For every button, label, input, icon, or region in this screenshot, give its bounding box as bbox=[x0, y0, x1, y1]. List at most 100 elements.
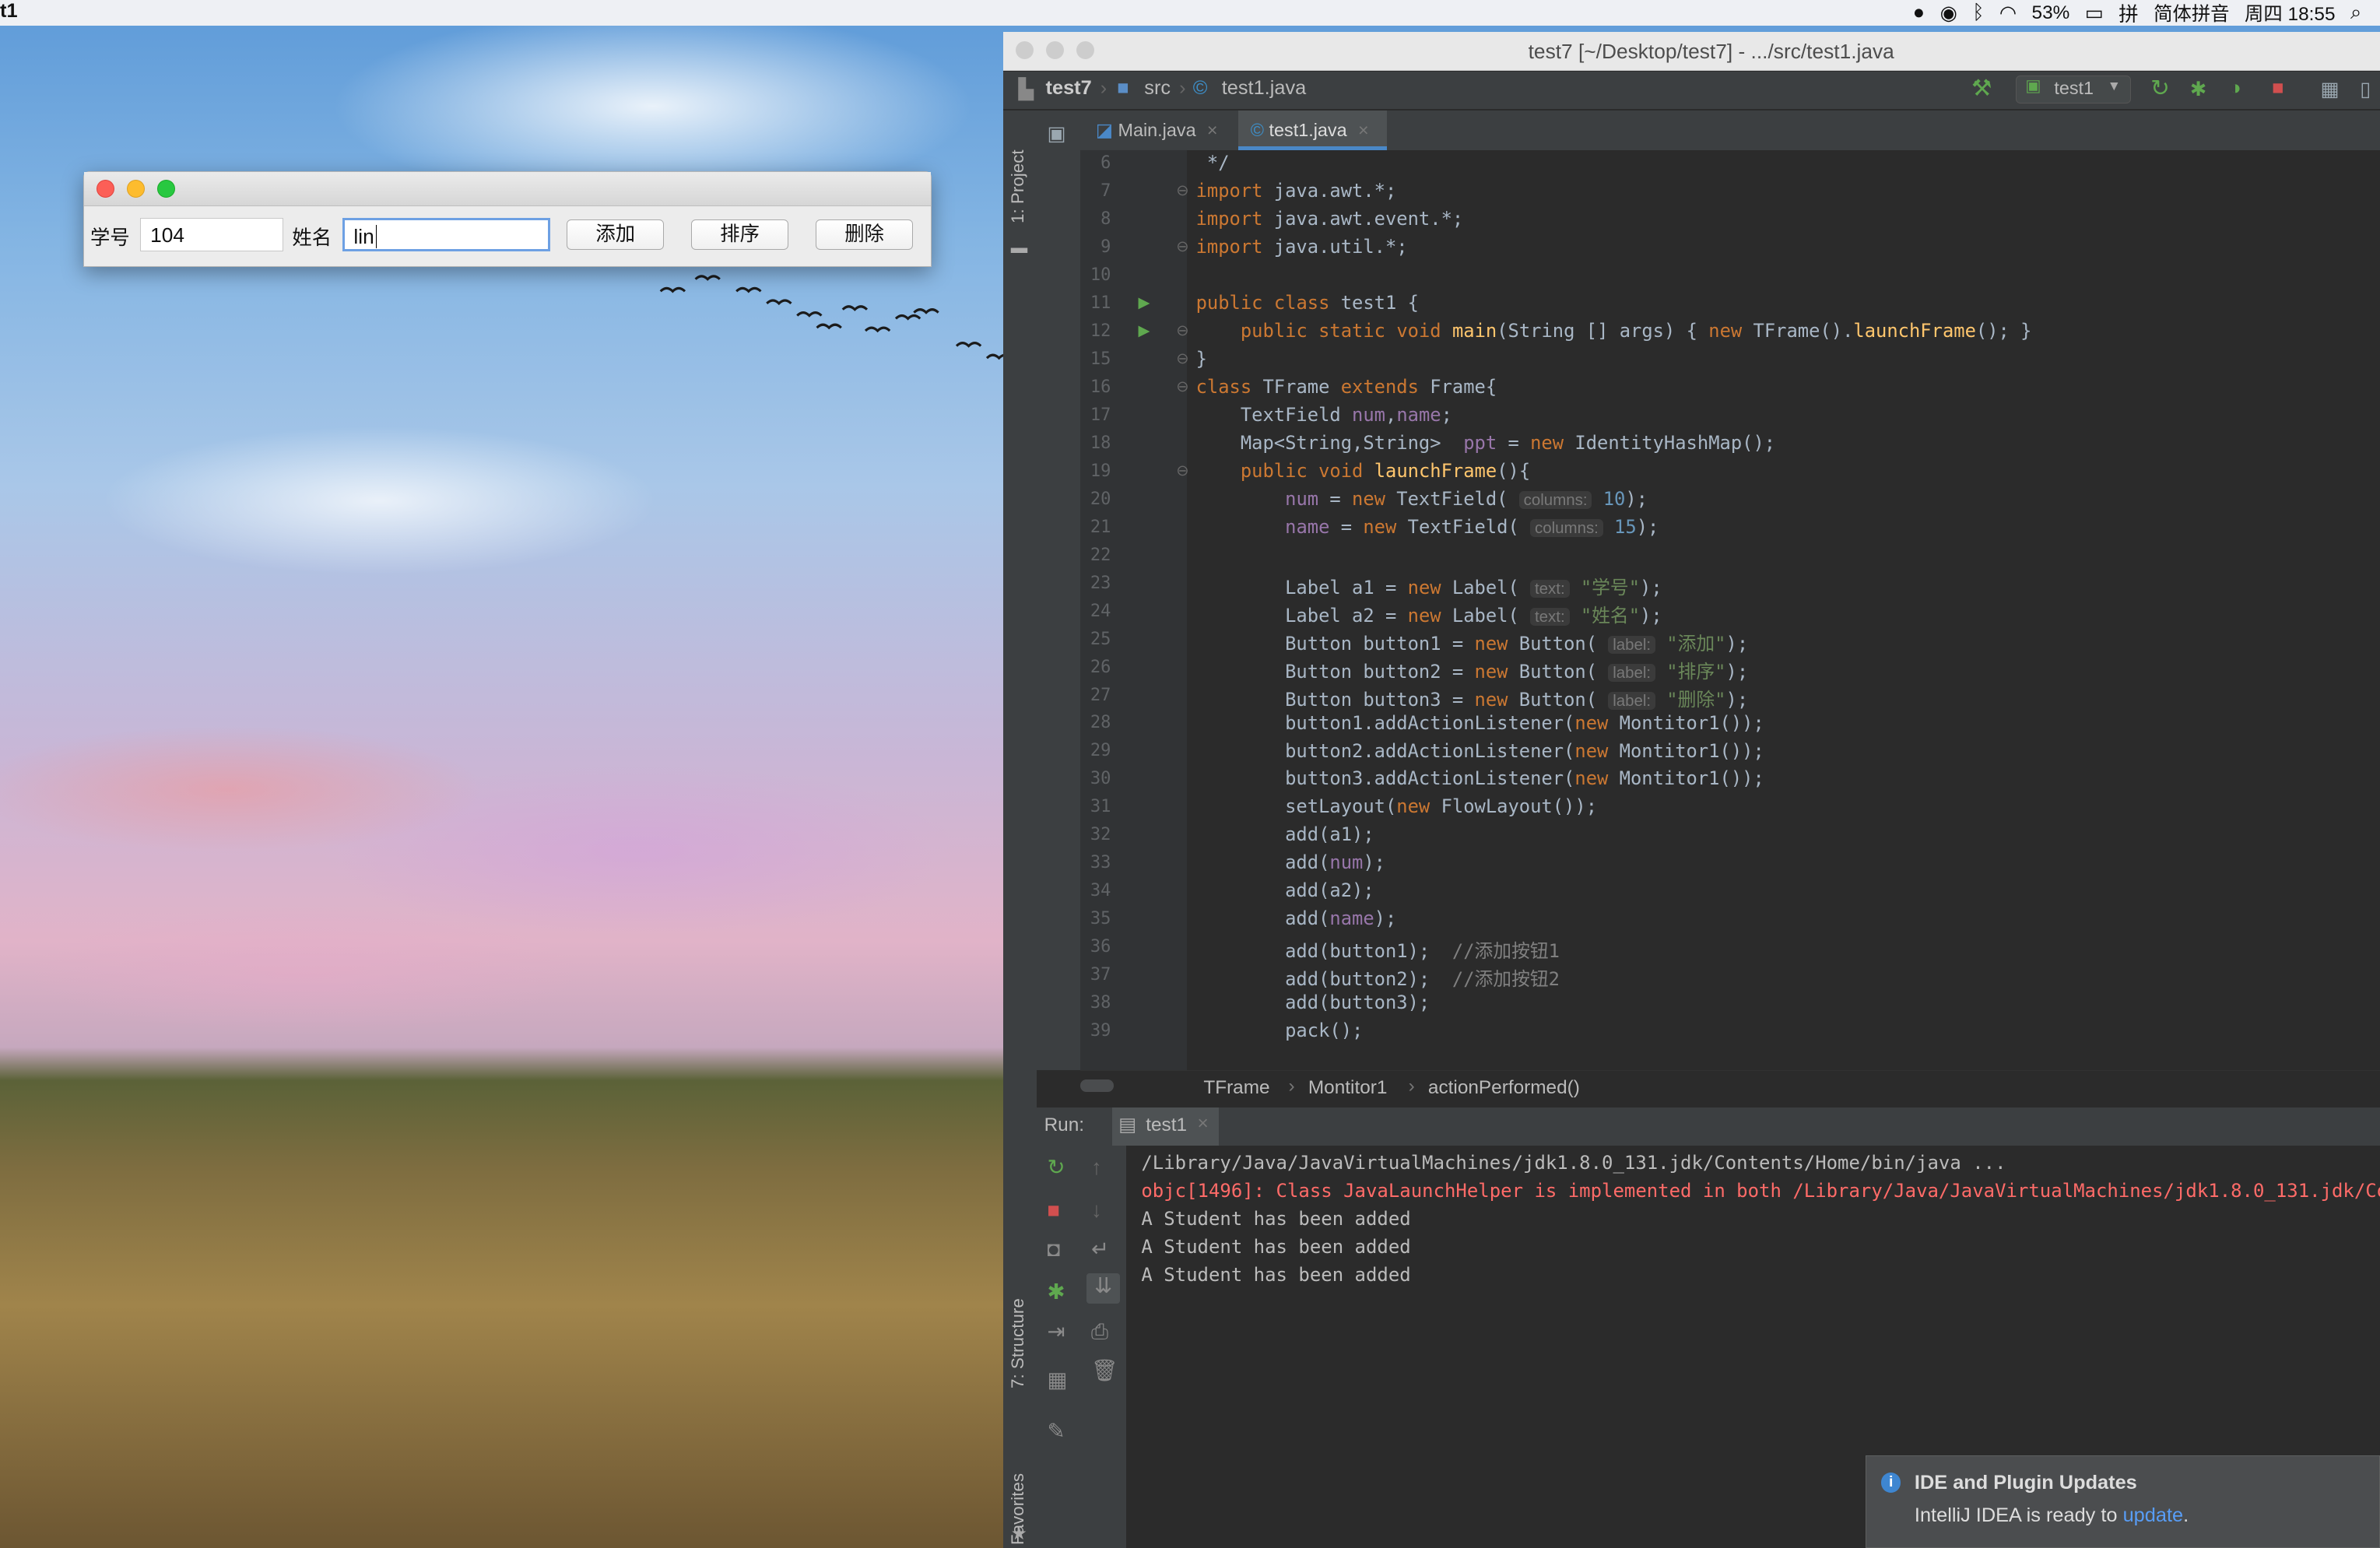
ntfs-icon[interactable]: ◉ bbox=[1940, 1, 1957, 25]
code-line[interactable]: Label a2 = new Label( text: "姓名"); bbox=[1196, 600, 1662, 627]
pin-icon[interactable]: ✎ bbox=[1047, 1419, 1065, 1444]
update-link[interactable]: update bbox=[2123, 1504, 2184, 1526]
scroll-to-end-icon[interactable]: ⇊ bbox=[1086, 1273, 1121, 1304]
menu-bar-app-name[interactable]: t1 bbox=[0, 0, 18, 23]
layout-icon[interactable]: ▯ bbox=[2360, 77, 2371, 101]
wifi-icon[interactable]: ◠ bbox=[1999, 1, 2017, 25]
breadcrumb-src[interactable]: src bbox=[1144, 77, 1171, 100]
structure-tool-tab[interactable]: 7: Structure bbox=[1008, 1298, 1028, 1388]
ide-zoom-button[interactable] bbox=[1076, 40, 1094, 60]
fold-icon[interactable]: ⊖ bbox=[1176, 181, 1188, 200]
code-line[interactable]: num = new TextField( columns: 10); bbox=[1196, 488, 1648, 510]
code-line[interactable]: public static void main(String [] args) … bbox=[1196, 320, 2032, 342]
print-icon[interactable]: ⎙ bbox=[1091, 1319, 1108, 1345]
code-line[interactable]: Map<String,String> ppt = new IdentityHas… bbox=[1196, 432, 1775, 454]
code-line[interactable]: Label a1 = new Label( text: "学号"); bbox=[1196, 572, 1662, 599]
code-line[interactable]: import java.util.*; bbox=[1196, 236, 1408, 258]
restore-layout-icon[interactable]: ▦ bbox=[1047, 1367, 1067, 1392]
clear-trash-icon[interactable]: 🗑 bbox=[1091, 1358, 1118, 1383]
close-tab-icon[interactable]: × bbox=[1358, 120, 1369, 140]
crumb-tframe[interactable]: TFrame bbox=[1203, 1077, 1269, 1099]
scroll-up-icon[interactable]: ↑ bbox=[1091, 1155, 1102, 1180]
exit-icon[interactable]: ⇥ bbox=[1047, 1319, 1065, 1344]
code-line[interactable]: import java.awt.*; bbox=[1196, 180, 1397, 202]
student-name-field[interactable]: lin bbox=[342, 217, 550, 251]
fold-icon[interactable]: ⊖ bbox=[1176, 377, 1188, 396]
code-line[interactable]: import java.awt.event.*; bbox=[1196, 208, 1464, 230]
debug-bug-icon[interactable]: ✱ bbox=[1047, 1279, 1065, 1304]
code-line[interactable]: add(a1); bbox=[1196, 823, 1374, 845]
input-method-label[interactable]: 简体拼音 bbox=[2154, 0, 2229, 26]
clock[interactable]: 周四 18:55 bbox=[2245, 0, 2335, 26]
ide-titlebar[interactable]: test7 [~/Desktop/test7] - .../src/test1.… bbox=[1002, 31, 2380, 71]
project-view-icon[interactable]: ▣ bbox=[1047, 121, 1065, 146]
debug-bug-icon[interactable]: ✱ bbox=[2190, 77, 2206, 101]
code-line[interactable]: pack(); bbox=[1196, 1020, 1363, 1041]
run-gutter-icon[interactable]: ▶ bbox=[1138, 321, 1150, 340]
code-line[interactable]: add(button3); bbox=[1196, 992, 1430, 1013]
ide-close-button[interactable] bbox=[1015, 40, 1034, 60]
code-line[interactable]: */ bbox=[1196, 152, 1230, 174]
code-line[interactable]: class TFrame extends Frame{ bbox=[1196, 376, 1497, 398]
stop-icon[interactable]: ■ bbox=[1047, 1198, 1060, 1223]
code-line[interactable]: Button button3 = new Button( label: "删除"… bbox=[1196, 684, 1748, 711]
java-window-titlebar[interactable] bbox=[84, 172, 932, 207]
code-line[interactable]: add(button2); //添加按钮2 bbox=[1196, 964, 1560, 991]
spotlight-search-icon[interactable]: ⌕ bbox=[2350, 2, 2361, 25]
build-hammer-icon[interactable]: ⚒ bbox=[1971, 75, 1992, 102]
sort-button[interactable]: 排序 bbox=[691, 219, 789, 250]
code-line[interactable]: public class test1 { bbox=[1196, 292, 1419, 314]
project-structure-icon[interactable]: ▦ bbox=[2321, 77, 2340, 101]
scroll-down-icon[interactable]: ↓ bbox=[1091, 1198, 1102, 1223]
battery-percent[interactable]: 53% bbox=[2032, 2, 2070, 24]
code-line[interactable]: add(button1); //添加按钮1 bbox=[1196, 935, 1560, 963]
fold-icon[interactable]: ⊖ bbox=[1176, 349, 1188, 368]
input-method-icon[interactable]: 拼 bbox=[2118, 0, 2138, 27]
scroll-thumb[interactable] bbox=[1080, 1079, 1115, 1093]
close-tab-icon[interactable]: × bbox=[1207, 120, 1218, 140]
zoom-window-button[interactable] bbox=[156, 180, 176, 198]
code-line[interactable]: Button button2 = new Button( label: "排序"… bbox=[1196, 656, 1748, 683]
code-line[interactable]: add(num); bbox=[1196, 851, 1385, 873]
run-tab[interactable]: ▤ test1 × bbox=[1112, 1107, 1219, 1147]
code-line[interactable]: setLayout(new FlowLayout()); bbox=[1196, 795, 1597, 817]
fold-icon[interactable]: ⊖ bbox=[1176, 237, 1188, 256]
code-line[interactable]: } bbox=[1196, 348, 1207, 370]
battery-icon[interactable]: ▭ bbox=[2085, 1, 2104, 25]
coverage-icon[interactable]: ◑ bbox=[2230, 77, 2241, 100]
qq-icon[interactable]: ● bbox=[1913, 2, 1925, 24]
code-line[interactable]: button1.addActionListener(new Montitor1(… bbox=[1196, 712, 1764, 734]
delete-button[interactable]: 删除 bbox=[816, 219, 913, 250]
bluetooth-icon[interactable]: ᛒ bbox=[1972, 2, 1984, 24]
fold-icon[interactable]: ⊖ bbox=[1176, 462, 1188, 480]
code-line[interactable]: TextField num,name; bbox=[1196, 404, 1452, 426]
ide-minimize-button[interactable] bbox=[1045, 40, 1064, 60]
run-config-dropdown[interactable]: ▣ test1 ▼ bbox=[2015, 75, 2131, 104]
add-button[interactable]: 添加 bbox=[567, 219, 665, 250]
close-tab-icon[interactable]: × bbox=[1198, 1113, 1209, 1135]
code-line[interactable]: public void launchFrame(){ bbox=[1196, 460, 1530, 482]
minimize-window-button[interactable] bbox=[126, 180, 146, 198]
dump-threads-icon[interactable]: ◘ bbox=[1047, 1237, 1060, 1262]
code-line[interactable]: button2.addActionListener(new Montitor1(… bbox=[1196, 740, 1764, 762]
code-line[interactable]: button3.addActionListener(new Montitor1(… bbox=[1196, 767, 1764, 789]
code-line[interactable]: add(name); bbox=[1196, 907, 1396, 929]
close-window-button[interactable] bbox=[96, 180, 115, 198]
rerun-icon[interactable]: ↻ bbox=[1047, 1155, 1065, 1180]
breadcrumb-file[interactable]: test1.java bbox=[1222, 77, 1306, 100]
crumb-montitor1[interactable]: Montitor1 bbox=[1308, 1077, 1388, 1099]
soft-wrap-icon[interactable]: ↵ bbox=[1091, 1237, 1109, 1262]
crumb-action-performed[interactable]: actionPerformed() bbox=[1428, 1077, 1580, 1099]
tab-test1-java[interactable]: © test1.java × bbox=[1238, 111, 1388, 151]
code-line[interactable]: add(a2); bbox=[1196, 879, 1374, 901]
update-notification[interactable]: i IDE and Plugin Updates IntelliJ IDEA i… bbox=[1865, 1455, 2380, 1548]
fold-icon[interactable]: ⊖ bbox=[1176, 321, 1188, 340]
rerun-icon[interactable]: ↻ bbox=[2150, 75, 2170, 102]
tab-main-java[interactable]: ◪ Main.java × bbox=[1096, 111, 1235, 150]
stop-icon[interactable]: ■ bbox=[2272, 77, 2283, 100]
code-line[interactable]: Button button1 = new Button( label: "添加"… bbox=[1196, 628, 1748, 655]
student-id-field[interactable]: 104 bbox=[140, 217, 283, 251]
run-gutter-icon[interactable]: ▶ bbox=[1138, 293, 1150, 312]
breadcrumb-project[interactable]: test7 bbox=[1046, 77, 1092, 100]
code-line[interactable]: name = new TextField( columns: 15); bbox=[1196, 516, 1659, 538]
